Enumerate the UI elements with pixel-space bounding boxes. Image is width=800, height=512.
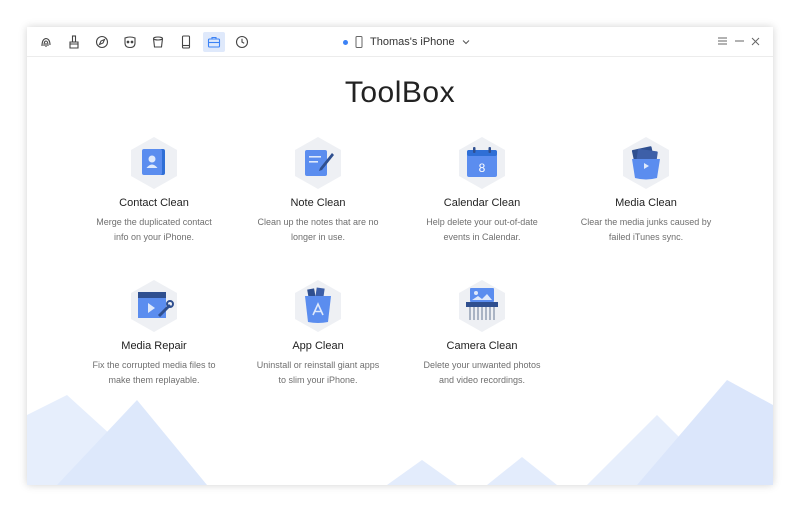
brush-icon[interactable] xyxy=(63,32,85,52)
tool-calendar-clean[interactable]: 8 Calendar Clean Help delete your out-of… xyxy=(400,135,564,245)
tool-media-clean[interactable]: Media Clean Clear the media junks caused… xyxy=(564,135,728,245)
tool-description: Clear the media junks caused by failed i… xyxy=(564,215,728,245)
tool-media-repair[interactable]: Media Repair Fix the corrupted media fil… xyxy=(72,278,236,388)
app-window: Thomas's iPhone ToolBox Contact Clean Me… xyxy=(27,27,773,485)
device-selector[interactable]: Thomas's iPhone xyxy=(343,34,470,50)
phone-icon[interactable] xyxy=(175,32,197,52)
history-icon[interactable] xyxy=(231,32,253,52)
face-icon[interactable] xyxy=(119,32,141,52)
tool-desc-line: Uninstall or reinstall giant apps xyxy=(256,360,380,370)
compass-icon[interactable] xyxy=(91,32,113,52)
tool-description: Merge the duplicated contact info on you… xyxy=(72,215,236,245)
tool-name: Media Repair xyxy=(121,340,187,352)
background-mountains xyxy=(27,380,773,485)
tool-name: Media Clean xyxy=(615,197,677,209)
menu-icon[interactable] xyxy=(715,34,729,48)
chevron-down-icon xyxy=(462,40,470,45)
tool-name: Contact Clean xyxy=(119,197,189,209)
tool-desc-line: to slim your iPhone. xyxy=(278,375,358,385)
tool-desc-line: Clear the media junks caused by xyxy=(580,217,712,227)
tool-note-clean[interactable]: Note Clean Clean up the notes that are n… xyxy=(236,135,400,245)
tool-camera-clean[interactable]: Camera Clean Delete your unwanted photos… xyxy=(400,278,564,388)
page-title: ToolBox xyxy=(344,76,456,109)
camera-clean-icon xyxy=(459,280,505,332)
calendar-badge: 8 xyxy=(479,161,486,175)
minimize-icon[interactable] xyxy=(732,34,746,48)
tool-desc-line: Merge the duplicated contact xyxy=(96,217,212,227)
app-clean-icon xyxy=(295,280,341,332)
tool-desc-line: info on your iPhone. xyxy=(113,232,195,242)
media-clean-icon xyxy=(623,137,669,189)
tool-description: Help delete your out-of-date events in C… xyxy=(400,215,564,245)
tool-name: Camera Clean xyxy=(446,340,518,352)
tool-description: Delete your unwanted photos and video re… xyxy=(400,358,564,388)
tool-description: Fix the corrupted media files to make th… xyxy=(72,358,236,388)
tool-desc-line: Fix the corrupted media files to xyxy=(92,360,216,370)
tool-name: App Clean xyxy=(292,340,344,352)
tool-desc-line: failed iTunes sync. xyxy=(608,232,684,242)
tool-desc-line: longer in use. xyxy=(290,232,346,242)
tool-description: Clean up the notes that are no longer in… xyxy=(236,215,400,245)
tool-name: Calendar Clean xyxy=(443,197,521,209)
fingerprint-icon[interactable] xyxy=(35,32,57,52)
tool-desc-line: make them replayable. xyxy=(108,375,200,385)
connection-dot xyxy=(343,39,348,45)
tool-desc-line: Help delete your out-of-date xyxy=(426,217,538,227)
media-repair-icon xyxy=(131,280,177,332)
tool-name: Note Clean xyxy=(290,197,346,209)
title-bar: Thomas's iPhone xyxy=(27,27,773,57)
calendar-clean-icon: 8 xyxy=(459,137,505,189)
close-icon[interactable] xyxy=(748,34,762,48)
tool-contact-clean[interactable]: Contact Clean Merge the duplicated conta… xyxy=(72,135,236,245)
toolbox-icon[interactable] xyxy=(203,32,225,52)
tool-desc-line: events in Calendar. xyxy=(443,232,521,242)
tool-desc-line: and video recordings. xyxy=(438,375,526,385)
phone-small-icon xyxy=(355,36,363,48)
contact-clean-icon xyxy=(131,137,177,189)
tool-desc-line: Delete your unwanted photos xyxy=(423,360,541,370)
tool-app-clean[interactable]: App Clean Uninstall or reinstall giant a… xyxy=(236,278,400,388)
note-clean-icon xyxy=(295,137,341,189)
bucket-icon[interactable] xyxy=(147,32,169,52)
device-name: Thomas's iPhone xyxy=(370,36,455,48)
tool-desc-line: Clean up the notes that are no xyxy=(257,217,379,227)
tool-description: Uninstall or reinstall giant apps to sli… xyxy=(236,358,400,388)
